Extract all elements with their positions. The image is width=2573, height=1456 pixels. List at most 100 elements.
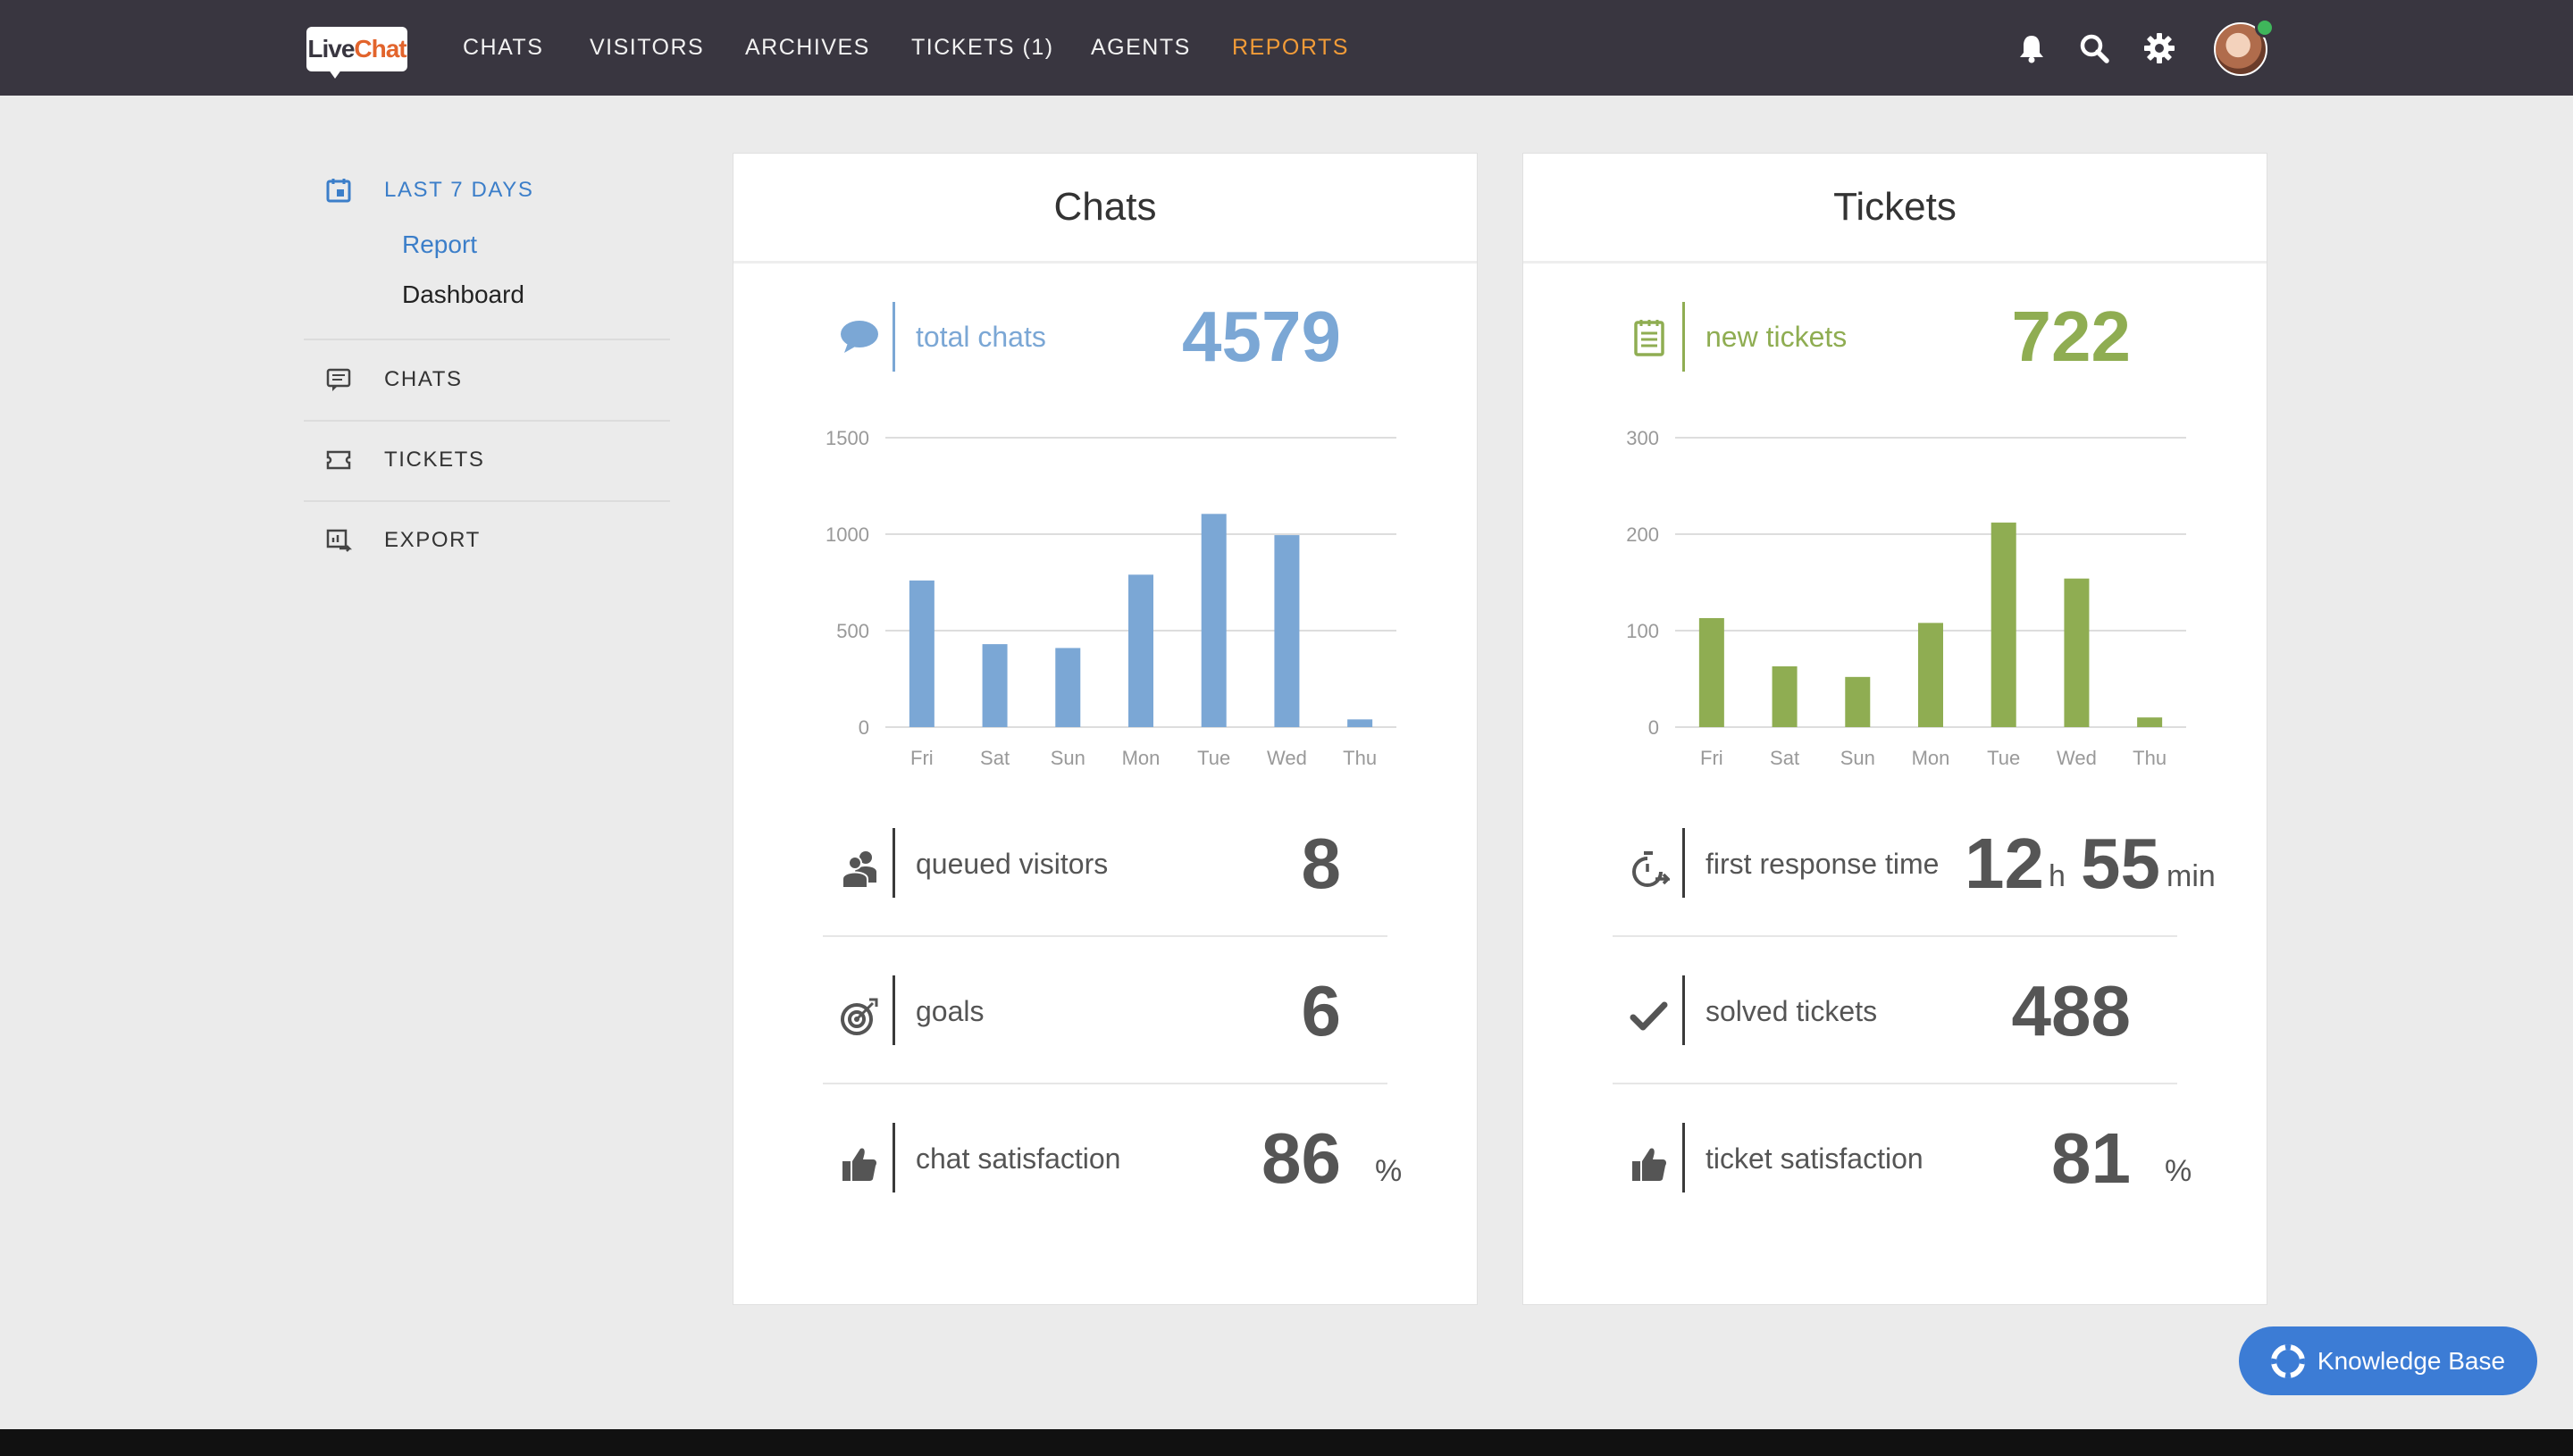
goals-label: goals xyxy=(916,995,985,1027)
metric-divider xyxy=(1682,828,1685,898)
chats-y-tick-label: 500 xyxy=(836,620,869,642)
sidebar-item-dashboard[interactable]: Dashboard xyxy=(402,280,524,309)
tickets-x-tick-label: Sun xyxy=(1840,747,1875,769)
metric-divider xyxy=(893,302,895,372)
logo-live-text: Live xyxy=(307,35,355,63)
tickets-y-tick-label: 300 xyxy=(1626,427,1659,449)
notepad-icon xyxy=(1634,320,1664,356)
chat-satisfaction-value: 86 xyxy=(1261,1118,1341,1198)
nav-reports[interactable]: REPORTS xyxy=(1232,0,1349,96)
lifebuoy-icon xyxy=(2270,1343,2305,1378)
nav-agents[interactable]: AGENTS xyxy=(1091,0,1191,96)
sidebar-item-report[interactable]: Report xyxy=(402,230,477,259)
chats-x-tick-label: Sat xyxy=(980,747,1010,769)
tickets-bar-chart: 0 100 200 300 Fri Sat Sun Mon Tue Wed Thu xyxy=(1626,427,2186,769)
chat-satisfaction-unit: % xyxy=(1375,1154,1403,1188)
tickets-bar-tue[interactable] xyxy=(1991,523,2016,727)
tickets-y-tick-label: 0 xyxy=(1648,716,1659,739)
sidebar-divider xyxy=(304,500,670,502)
chats-bar-thu[interactable] xyxy=(1347,719,1373,727)
sidebar-range-label[interactable]: LAST 7 DAYS xyxy=(384,178,533,203)
solved-tickets-value: 488 xyxy=(2011,971,2131,1050)
tickets-bar-sat[interactable] xyxy=(1772,665,1798,727)
tickets-bar-sun[interactable] xyxy=(1845,676,1871,727)
metric-divider xyxy=(893,828,895,898)
chats-bar-tue[interactable] xyxy=(1201,514,1227,727)
tickets-x-tick-label: Sat xyxy=(1770,747,1799,769)
top-navigation-bar: LiveChat CHATS VISITORS ARCHIVES TICKETS… xyxy=(0,0,2573,96)
nav-visitors[interactable]: VISITORS xyxy=(590,0,704,96)
bell-icon[interactable] xyxy=(2016,32,2048,64)
thumbs-up-icon xyxy=(842,1148,876,1181)
chats-card: Chats total chats 4579 0 500 1000 1500 Fri Sa… xyxy=(733,154,1477,1304)
row-divider xyxy=(823,1083,1387,1084)
sidebar-divider xyxy=(304,420,670,422)
row-divider xyxy=(823,935,1387,937)
chats-bar-sat[interactable] xyxy=(982,644,1008,727)
sidebar-item-tickets[interactable]: TICKETS xyxy=(384,448,485,473)
bottom-strip xyxy=(0,1429,2573,1456)
chats-x-tick-label: Sun xyxy=(1051,747,1085,769)
check-icon xyxy=(1630,1001,1668,1031)
knowledge-base-label: Knowledge Base xyxy=(2317,1346,2506,1375)
tickets-x-tick-label: Thu xyxy=(2133,747,2167,769)
first-response-minutes-unit: min xyxy=(2167,859,2216,893)
queued-visitors-label: queued visitors xyxy=(916,848,1109,880)
tickets-bar-fri[interactable] xyxy=(1698,617,1724,727)
chats-x-tick-label: Fri xyxy=(910,747,934,769)
row-divider xyxy=(1613,935,2177,937)
solved-tickets-label: solved tickets xyxy=(1706,995,1878,1027)
search-icon[interactable] xyxy=(2078,32,2110,64)
chats-bar-fri[interactable] xyxy=(909,580,934,727)
tickets-bar-thu[interactable] xyxy=(2137,717,2163,727)
nav-archives[interactable]: ARCHIVES xyxy=(745,0,870,96)
tickets-bar-mon[interactable] xyxy=(1918,623,1943,727)
queue-icon xyxy=(842,851,876,889)
sidebar-item-chats[interactable]: CHATS xyxy=(384,367,463,392)
gear-icon[interactable] xyxy=(2143,32,2175,64)
thumbs-up-icon xyxy=(1632,1148,1666,1181)
metric-divider xyxy=(1682,302,1685,372)
knowledge-base-button[interactable]: Knowledge Base xyxy=(2239,1326,2537,1395)
chats-x-tick-label: Wed xyxy=(1267,747,1307,769)
ticket-satisfaction-unit: % xyxy=(2165,1154,2192,1188)
logo-bubble-tail xyxy=(326,66,344,79)
first-response-hours: 12 xyxy=(1965,824,2044,903)
logo-wordmark: LiveChat xyxy=(306,34,407,64)
tickets-bar-wed[interactable] xyxy=(2064,578,2090,727)
chat-icon xyxy=(326,368,351,391)
nav-tickets[interactable]: TICKETS (1) xyxy=(911,0,1054,96)
logo-chat-text: Chat xyxy=(354,35,406,63)
chats-y-tick-label: 1000 xyxy=(826,523,869,546)
chats-card-title: Chats xyxy=(733,154,1477,264)
chats-x-tick-label: Thu xyxy=(1343,747,1377,769)
tickets-y-tick-label: 100 xyxy=(1626,620,1659,642)
first-response-minutes: 55 xyxy=(2081,824,2160,903)
tickets-x-tick-label: Tue xyxy=(1987,747,2020,769)
livechat-logo[interactable]: LiveChat xyxy=(306,27,407,79)
ticket-icon xyxy=(326,450,351,470)
ticket-satisfaction-value: 81 xyxy=(2051,1118,2131,1198)
nav-chats[interactable]: CHATS xyxy=(463,0,543,96)
target-icon xyxy=(841,998,878,1035)
calendar-icon xyxy=(326,179,351,203)
ticket-satisfaction-label: ticket satisfaction xyxy=(1706,1142,1923,1175)
sidebar-divider xyxy=(304,339,670,340)
chats-y-tick-label: 0 xyxy=(859,716,869,739)
tickets-x-tick-label: Wed xyxy=(2057,747,2097,769)
queued-visitors-value: 8 xyxy=(1301,824,1342,903)
total-chats-value: 4579 xyxy=(1182,297,1341,376)
sidebar-item-export[interactable]: EXPORT xyxy=(384,528,481,553)
chats-x-tick-label: Mon xyxy=(1122,747,1161,769)
chats-bar-mon[interactable] xyxy=(1128,574,1153,727)
tickets-x-tick-label: Fri xyxy=(1700,747,1723,769)
chats-bar-sun[interactable] xyxy=(1055,648,1081,727)
chats-y-tick-label: 1500 xyxy=(826,427,869,449)
new-tickets-label: new tickets xyxy=(1706,321,1848,353)
metric-divider xyxy=(1682,1123,1685,1192)
metric-divider xyxy=(893,1123,895,1192)
first-response-label: first response time xyxy=(1706,848,1940,880)
export-icon xyxy=(326,529,352,552)
tickets-x-tick-label: Mon xyxy=(1912,747,1950,769)
chats-bar-wed[interactable] xyxy=(1274,535,1300,727)
